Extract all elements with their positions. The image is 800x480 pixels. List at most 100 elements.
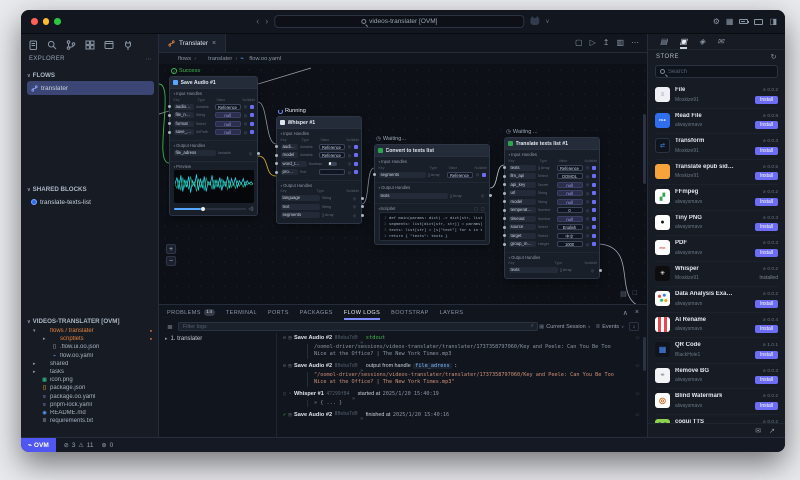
output-handles-label[interactable]: Output Handles	[509, 255, 596, 260]
input-handle-row[interactable]: prompt Text	[274, 168, 358, 177]
install-button[interactable]: Install	[754, 401, 778, 410]
panel-tab[interactable]: PACKAGES	[300, 305, 333, 320]
shared-blocks-header[interactable]: SHARED BLOCKS	[27, 186, 154, 193]
handle-value[interactable]: false	[327, 161, 337, 166]
file-tree-item[interactable]: package.json	[27, 384, 154, 392]
close-tab-icon[interactable]: ×	[212, 40, 216, 47]
visibility-icon[interactable]	[585, 191, 591, 196]
feedback-icon[interactable]	[755, 427, 761, 435]
visibility-icon[interactable]	[475, 172, 481, 177]
layout-icon[interactable]	[575, 39, 583, 47]
sidebar-item-translate-texts-list[interactable]: translate-texts-list	[27, 195, 154, 209]
file-tree-item[interactable]: flows / translater	[27, 327, 154, 335]
input-handle-row[interactable]: llm_api Select OOMOL	[502, 172, 596, 181]
player-knob[interactable]	[200, 206, 206, 212]
file-tree-item[interactable]: tasks	[27, 368, 154, 376]
input-handle-row[interactable]: target Select 中文	[502, 232, 596, 241]
volume-icon[interactable]	[249, 206, 254, 212]
tab-translater[interactable]: Translater ×	[159, 34, 227, 52]
nullable-checkbox[interactable]	[353, 161, 358, 166]
input-handle-row[interactable]: model Variable Reference	[274, 151, 358, 160]
player-progress-bar[interactable]	[173, 206, 246, 212]
install-button[interactable]: Install	[754, 376, 778, 384]
share-icon[interactable]	[603, 39, 610, 47]
log-row[interactable]: Whisper #1 47299f84 started at 2025/1/20…	[283, 390, 639, 408]
input-handles-label[interactable]: Input Handles	[509, 152, 596, 157]
input-handle-row[interactable]: model String null	[502, 198, 596, 207]
handle-value[interactable]	[318, 169, 345, 176]
log-row[interactable]: Save Audio #2 80eba7d0 output from handl…	[283, 362, 639, 388]
nullable-checkbox[interactable]	[591, 165, 596, 170]
install-button[interactable]: Install	[754, 146, 778, 155]
events-select[interactable]: Events	[596, 324, 624, 330]
collapse-panel-icon[interactable]: ∧	[623, 309, 628, 317]
handle-value[interactable]: Reference	[318, 143, 345, 150]
visibility-icon[interactable]	[480, 193, 486, 198]
minimize-window-button[interactable]	[42, 18, 49, 25]
node-header[interactable]: Save Audio #1	[170, 77, 257, 89]
visibility-icon[interactable]	[585, 216, 591, 221]
input-handle-row[interactable]: audio_file Variable Reference	[274, 143, 358, 152]
log-comment-icon[interactable]	[636, 391, 639, 397]
files-icon[interactable]	[27, 39, 39, 51]
handle-dot[interactable]	[167, 105, 171, 109]
scriptlet-code[interactable]: 1 def main(params: dict) -> dict[str, li…	[378, 212, 486, 242]
nullable-checkbox[interactable]	[353, 153, 358, 158]
handle-value[interactable]: Reference	[214, 103, 241, 110]
store-item[interactable]: Remove BG 0.0.3 alwaysmavs Install	[655, 364, 778, 389]
node-header[interactable]: Translate texts list #1	[505, 138, 599, 150]
input-handle-row[interactable]: format Select null	[167, 120, 254, 129]
nullable-checkbox[interactable]	[591, 216, 596, 221]
nullable-checkbox[interactable]	[591, 242, 596, 247]
tree-arrow-icon[interactable]	[165, 336, 168, 342]
input-handles-label[interactable]: Input Handles	[379, 159, 486, 164]
canvas-scrollbar[interactable]	[643, 114, 646, 184]
chevron-down-icon[interactable]: ∨	[545, 18, 549, 25]
visibility-icon[interactable]	[243, 130, 249, 135]
file-tree-item[interactable]: .flow.ui.oo.json	[27, 343, 154, 351]
plug-icon[interactable]	[122, 39, 134, 51]
handle-dot[interactable]	[360, 196, 364, 200]
node-header[interactable]: Convert to texts list	[375, 145, 489, 157]
visibility-icon[interactable]	[585, 242, 591, 247]
panel-tab[interactable]: PORTS	[268, 305, 289, 320]
handle-dot[interactable]	[502, 191, 506, 195]
log-comment-icon[interactable]	[636, 335, 639, 341]
handle-value[interactable]: OOMOL	[556, 173, 583, 180]
handle-dot[interactable]	[167, 130, 171, 134]
panel-tab[interactable]: TERMINAL	[226, 305, 257, 320]
input-handle-row[interactable]: word_t... Boolean false	[274, 160, 358, 169]
store-item[interactable]: Data Analysis Examples 0.0.2 alwaysmavs …	[655, 287, 778, 313]
handle-dot[interactable]	[256, 151, 260, 155]
node-whisper-1[interactable]: Running Whisper #1 Input Handles Key Type…	[274, 108, 364, 224]
split-editor-icon[interactable]	[616, 39, 624, 47]
panel-tab[interactable]: BOOTSTRAP	[391, 305, 429, 320]
handle-dot[interactable]	[488, 194, 492, 198]
input-handles-label[interactable]: Input Handles	[281, 131, 358, 136]
log-gutter-icon[interactable]	[283, 412, 286, 418]
handle-dot[interactable]	[502, 174, 506, 178]
nullable-checkbox[interactable]	[249, 113, 254, 118]
handle-dot[interactable]	[502, 183, 506, 187]
handle-dot[interactable]	[167, 122, 171, 126]
log-row[interactable]: Save Audio #2 80eba7d0 stdout /oomol	[283, 334, 639, 360]
visibility-icon[interactable]	[347, 144, 353, 149]
panel-tab[interactable]: FLOW LOGS	[344, 305, 380, 320]
visibility-icon[interactable]	[248, 151, 254, 156]
node-convert-to-texts-list[interactable]: Waiting... Convert to texts list Input H…	[372, 136, 492, 246]
flows-section-header[interactable]: FLOWS	[27, 72, 154, 79]
command-center-search[interactable]: videos-translater [OVM]	[274, 15, 525, 28]
handle-value[interactable]: null	[556, 181, 583, 188]
input-handle-row[interactable]: temperature Number 0	[502, 206, 596, 215]
handle-value[interactable]: 中文	[556, 232, 583, 239]
source-control-icon[interactable]	[65, 39, 77, 51]
breadcrumb-item[interactable]: flows	[169, 56, 196, 62]
breadcrumb-item[interactable]: flow.oo.yaml	[240, 56, 281, 62]
ports-status[interactable]: 0	[102, 442, 114, 449]
install-button[interactable]: Installed	[759, 274, 778, 282]
install-button[interactable]: Install	[754, 121, 778, 129]
handle-value[interactable]: Reference	[556, 164, 583, 171]
visibility-icon[interactable]	[585, 174, 591, 179]
output-handles-label[interactable]: Output Handles	[174, 143, 254, 148]
handle-dot[interactable]	[502, 208, 506, 212]
